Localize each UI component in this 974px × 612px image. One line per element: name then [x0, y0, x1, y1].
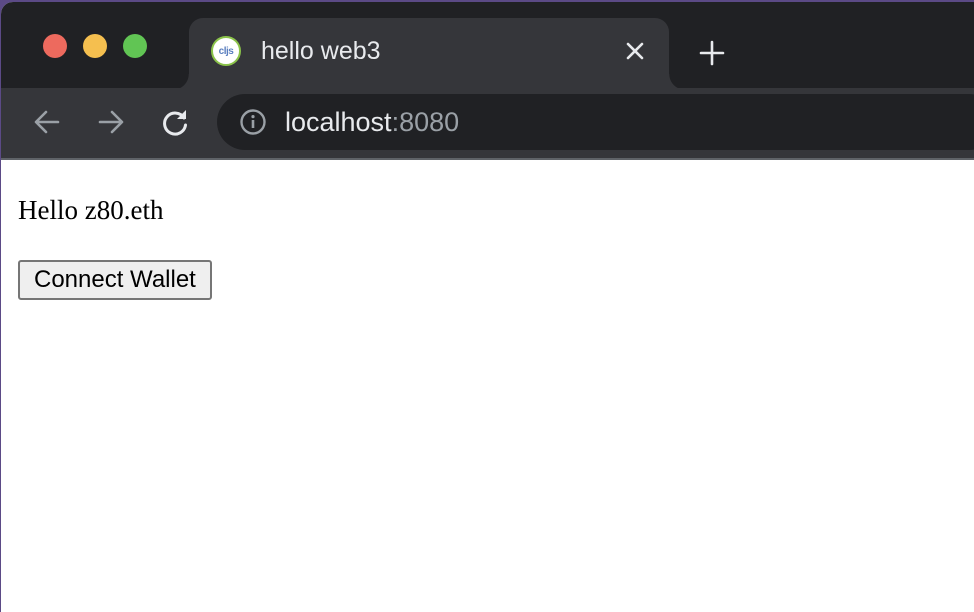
window-minimize-button[interactable]: [83, 34, 107, 58]
url-host: localhost: [285, 107, 392, 137]
site-info-icon[interactable]: [239, 108, 267, 136]
window-close-button[interactable]: [43, 34, 67, 58]
close-tab-icon[interactable]: [621, 37, 649, 65]
cljs-favicon-icon: cljs: [211, 36, 241, 66]
greeting-text: Hello z80.eth: [18, 195, 164, 225]
url-port: :8080: [391, 107, 460, 137]
new-tab-plus-icon[interactable]: [695, 36, 729, 70]
browser-window: cljs hello web3 localhost:8080 Hello z80…: [1, 2, 974, 612]
browser-tab[interactable]: cljs hello web3: [173, 18, 685, 90]
address-bar[interactable]: localhost:8080: [217, 94, 974, 150]
browser-toolbar: localhost:8080: [1, 88, 974, 160]
page-content: Hello z80.eth Connect Wallet: [1, 160, 974, 612]
title-bar: cljs hello web3: [1, 2, 974, 90]
reload-icon[interactable]: [155, 102, 195, 142]
forward-arrow-icon[interactable]: [91, 102, 131, 142]
window-maximize-button[interactable]: [123, 34, 147, 58]
tab-title: hello web3: [261, 37, 381, 65]
back-arrow-icon[interactable]: [27, 102, 67, 142]
address-url: localhost:8080: [285, 106, 459, 138]
connect-wallet-button[interactable]: Connect Wallet: [18, 260, 212, 300]
